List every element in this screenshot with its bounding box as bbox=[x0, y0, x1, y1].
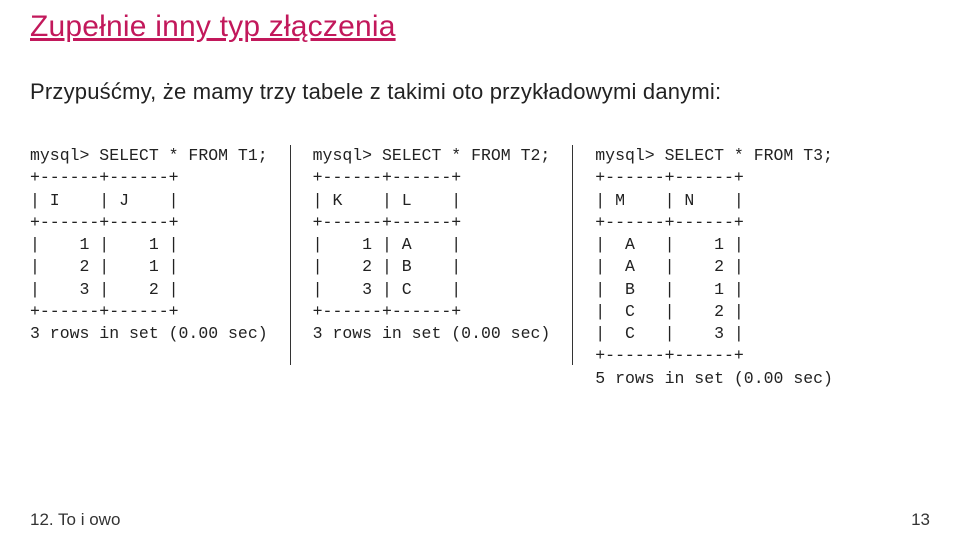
slide-footer: 12. To i owo 13 bbox=[30, 510, 930, 530]
slide-title: Zupełnie inny typ złączenia bbox=[30, 10, 930, 44]
tables-container: mysql> SELECT * FROM T1; +------+------+… bbox=[30, 145, 930, 390]
table-row: | B | 1 | bbox=[595, 280, 744, 299]
t1-header: | I | J | bbox=[30, 191, 179, 210]
t3-query: mysql> SELECT * FROM T3; bbox=[595, 146, 833, 165]
t2-footer: 3 rows in set (0.00 sec) bbox=[313, 324, 551, 343]
table-row: | C | 3 | bbox=[595, 324, 744, 343]
table-row: | 3 | 2 | bbox=[30, 280, 179, 299]
t1-query: mysql> SELECT * FROM T1; bbox=[30, 146, 268, 165]
table-row: | 1 | A | bbox=[313, 235, 462, 254]
table-t1: mysql> SELECT * FROM T1; +------+------+… bbox=[30, 145, 290, 390]
t2-border: +------+------+ bbox=[313, 302, 462, 321]
table-row: | 1 | 1 | bbox=[30, 235, 179, 254]
intro-text: Przypuśćmy, że mamy trzy tabele z takimi… bbox=[30, 79, 930, 105]
t3-footer: 5 rows in set (0.00 sec) bbox=[595, 369, 833, 388]
table-row: | C | 2 | bbox=[595, 302, 744, 321]
t2-query: mysql> SELECT * FROM T2; bbox=[313, 146, 551, 165]
t3-border: +------+------+ bbox=[595, 213, 744, 232]
t1-footer: 3 rows in set (0.00 sec) bbox=[30, 324, 268, 343]
page-number: 13 bbox=[911, 510, 930, 530]
t1-border: +------+------+ bbox=[30, 213, 179, 232]
t1-border: +------+------+ bbox=[30, 168, 179, 187]
t2-border: +------+------+ bbox=[313, 213, 462, 232]
slide: Zupełnie inny typ złączenia Przypuśćmy, … bbox=[0, 0, 960, 542]
footer-left: 12. To i owo bbox=[30, 510, 120, 530]
table-t2: mysql> SELECT * FROM T2; +------+------+… bbox=[291, 145, 573, 390]
table-row: | 2 | 1 | bbox=[30, 257, 179, 276]
t2-header: | K | L | bbox=[313, 191, 462, 210]
t3-header: | M | N | bbox=[595, 191, 744, 210]
t3-border: +------+------+ bbox=[595, 346, 744, 365]
table-row: | 2 | B | bbox=[313, 257, 462, 276]
table-row: | A | 2 | bbox=[595, 257, 744, 276]
table-t3: mysql> SELECT * FROM T3; +------+------+… bbox=[573, 145, 855, 390]
t1-border: +------+------+ bbox=[30, 302, 179, 321]
table-row: | 3 | C | bbox=[313, 280, 462, 299]
table-row: | A | 1 | bbox=[595, 235, 744, 254]
t2-border: +------+------+ bbox=[313, 168, 462, 187]
t3-border: +------+------+ bbox=[595, 168, 744, 187]
